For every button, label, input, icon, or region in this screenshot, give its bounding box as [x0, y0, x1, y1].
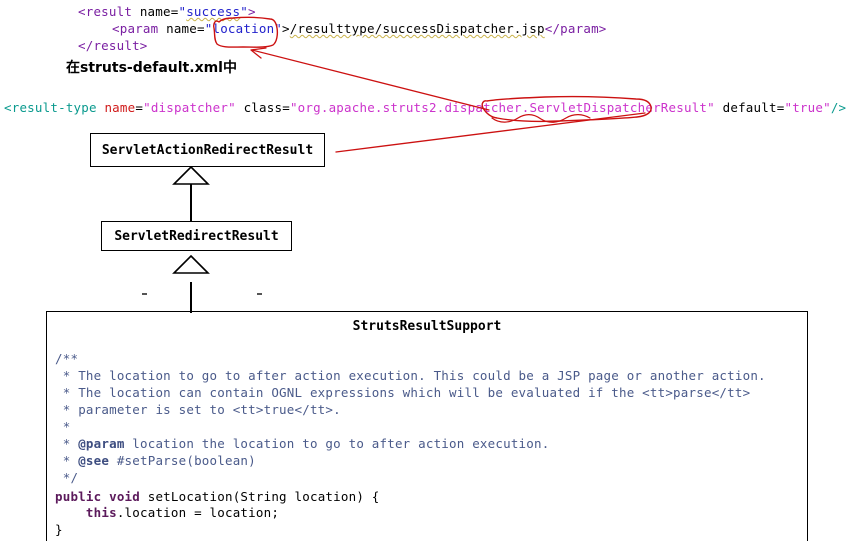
javadoc-star: * [55, 453, 79, 468]
java-keyword-this: this [85, 505, 117, 520]
stray-tick-right [257, 293, 262, 295]
xml-value-success: success [186, 4, 241, 19]
java-line-method-signature: public void setLocation(String location)… [55, 489, 380, 504]
xml-value-dispatcher: dispatcher [150, 100, 229, 115]
xml-attr-name: name [104, 100, 136, 115]
java-brace: } [55, 522, 63, 537]
xml-angle-close: > [282, 21, 290, 36]
java-line-assignment: this.location = location; [55, 505, 279, 520]
inheritance-triangle-1 [172, 166, 210, 185]
javadoc-star: * [55, 402, 79, 417]
xml-attr-default: default [722, 100, 777, 115]
inheritance-line-2 [190, 282, 192, 313]
xml-space [715, 100, 723, 115]
javadoc-star: * [55, 436, 79, 451]
javadoc-text: /** [55, 351, 79, 366]
java-keyword-void: void [109, 489, 140, 504]
java-assignment-text: .location = location; [116, 505, 280, 520]
java-space [101, 489, 109, 504]
xml-value-true: true [792, 100, 824, 115]
xml-quote-close: " [823, 100, 831, 115]
uml-class-box-servletredirectresult: ServletRedirectResult [101, 221, 292, 251]
java-line-javadoc-see: * @see #setParse(boolean) [55, 453, 256, 468]
xml-value-location: location [212, 21, 275, 36]
xml-line-param: <param name="location">/resulttype/succe… [112, 21, 607, 36]
xml-eq: = [135, 100, 144, 115]
uml-class-label: ServletActionRedirectResult [101, 142, 314, 158]
xml-angle-open: < [4, 100, 12, 115]
xml-quote-close: " [707, 100, 715, 115]
xml-line-result-type: <result-type name="dispatcher" class="or… [4, 100, 846, 115]
xml-param-text: /resulttype/successDispatcher.jsp [289, 21, 545, 36]
javadoc-tag-see: @see [78, 453, 110, 468]
xml-closetag-param: </param> [544, 21, 607, 36]
xml-angle-open: < [112, 21, 120, 36]
java-method-setlocation: setLocation(String location) { [140, 489, 380, 504]
xml-quote-close: " [228, 100, 236, 115]
xml-quote-open: " [143, 100, 151, 115]
xml-eq: = [282, 100, 290, 115]
xml-attr-name: name [139, 4, 171, 19]
java-keyword-public: public [55, 489, 102, 504]
stray-tick-left [142, 293, 147, 295]
xml-space [132, 4, 140, 19]
java-line-javadoc-param: * @param location the location to go to … [55, 436, 550, 451]
xml-closetag-result: </result> [78, 38, 148, 53]
xml-eq: = [197, 21, 205, 36]
chinese-note-label: 在struts-default.xml中 [66, 60, 237, 76]
xml-quote-close: " [274, 21, 283, 36]
xml-angle-open: < [78, 4, 86, 19]
uml-class-label: ServletRedirectResult [114, 228, 279, 244]
javadoc-text: #setParse(boolean) [109, 453, 256, 468]
xml-angle-close: > [248, 4, 256, 19]
xml-space [236, 100, 244, 115]
xml-tag-param: param [119, 21, 159, 36]
java-line-javadoc-blank: * [55, 419, 71, 434]
inheritance-triangle-2 [172, 255, 210, 274]
screenshot-root: <result name="success"> <param name="loc… [0, 0, 849, 541]
xml-quote-close: " [240, 4, 249, 19]
java-line-javadoc-1: * The location to go to after action exe… [55, 368, 766, 383]
xml-selfclose: /> [830, 100, 847, 115]
javadoc-text: */ [55, 470, 79, 485]
javadoc-text: parameter is set to <tt>true</tt>. [78, 402, 341, 417]
javadoc-star: * [55, 385, 79, 400]
javadoc-star: * [55, 419, 71, 434]
java-line-javadoc-2: * The location can contain OGNL expressi… [55, 385, 750, 400]
javadoc-tag-param: @param [78, 436, 125, 451]
javadoc-star: * [55, 368, 79, 383]
xml-value-class-package: org.apache.struts2.dispatcher. [297, 100, 530, 115]
xml-quote-open: " [289, 100, 298, 115]
uml-class-label: StrutsResultSupport [352, 319, 502, 334]
xml-space [158, 21, 166, 36]
javadoc-text: The location can contain OGNL expression… [78, 385, 751, 400]
javadoc-text: The location to go to after action execu… [78, 368, 766, 383]
xml-tag-result-type: result-type [11, 100, 97, 115]
java-indent [55, 505, 86, 520]
xml-value-class-servletdispatcherresult: ServletDispatcherResult [529, 100, 708, 115]
xml-line-result-end: </result> [78, 38, 148, 53]
java-line-javadoc-open: /** [55, 351, 78, 366]
xml-attr-class: class [243, 100, 283, 115]
uml-class-box-servletactionredirectresult: ServletActionRedirectResult [90, 133, 325, 167]
java-line-javadoc-3: * parameter is set to <tt>true</tt>. [55, 402, 341, 417]
xml-tag-result: result [85, 4, 133, 19]
xml-line-result: <result name="success"> [78, 4, 256, 19]
javadoc-text: location the location to go to after act… [124, 436, 550, 451]
inheritance-line-1 [190, 182, 192, 221]
xml-attr-name: name [166, 21, 198, 36]
java-line-method-close: } [55, 522, 63, 537]
java-line-javadoc-close: */ [55, 470, 78, 485]
